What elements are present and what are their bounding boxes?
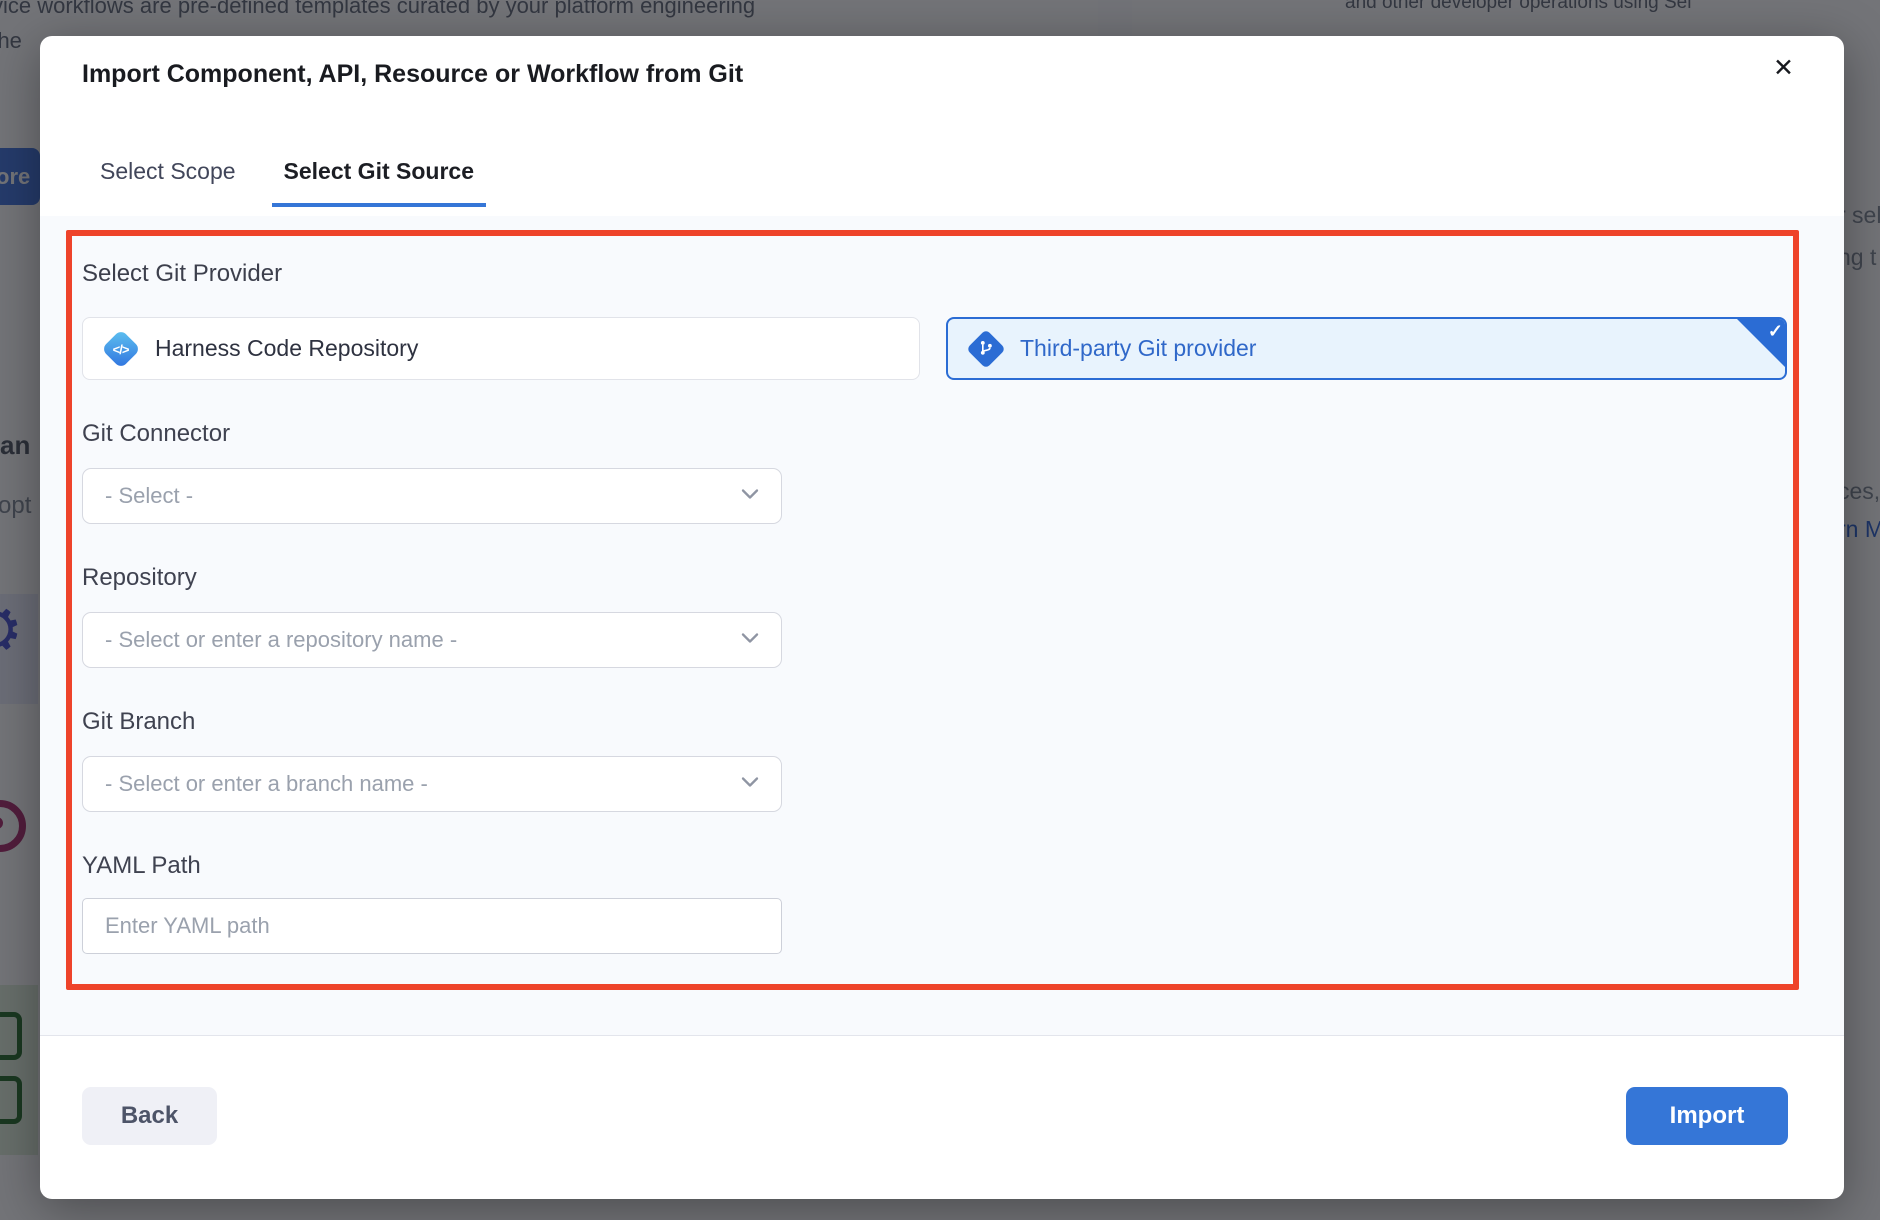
code-diamond-icon: </> [99, 327, 143, 371]
yaml-path-label: YAML Path [82, 852, 201, 880]
repository-dropdown[interactable]: - Select or enter a repository name - [82, 612, 782, 668]
dropdown-placeholder: - Select or enter a branch name - [105, 771, 741, 797]
selected-corner-ribbon: ✓ [1735, 317, 1787, 369]
provider-card-label: Harness Code Repository [155, 335, 418, 362]
page: vice workflows are pre-defined templates… [0, 0, 1880, 1220]
modal-tabs: Select Scope Select Git Source [88, 158, 486, 207]
yaml-path-input[interactable] [82, 898, 782, 954]
dropdown-placeholder: - Select or enter a repository name - [105, 627, 741, 653]
dropdown-placeholder: - Select - [105, 483, 741, 509]
provider-card-harness-code[interactable]: </> Harness Code Repository [82, 317, 920, 380]
import-from-git-modal: Import Component, API, Resource or Workf… [40, 36, 1844, 1199]
git-connector-label: Git Connector [82, 420, 230, 448]
git-diamond-icon [964, 327, 1008, 371]
modal-title: Import Component, API, Resource or Workf… [82, 60, 743, 89]
close-icon[interactable]: ✕ [1773, 56, 1794, 81]
back-button[interactable]: Back [82, 1087, 217, 1145]
git-provider-label: Select Git Provider [82, 260, 282, 288]
provider-card-label: Third-party Git provider [1020, 335, 1256, 362]
tab-select-scope[interactable]: Select Scope [88, 158, 248, 207]
tab-select-git-source[interactable]: Select Git Source [272, 158, 486, 207]
chevron-down-icon [741, 631, 759, 649]
repository-label: Repository [82, 564, 197, 592]
provider-card-third-party-git[interactable]: Third-party Git provider ✓ [946, 317, 1787, 380]
git-connector-dropdown[interactable]: - Select - [82, 468, 782, 524]
check-icon: ✓ [1768, 321, 1783, 342]
git-branch-label: Git Branch [82, 708, 195, 736]
footer-divider [40, 1035, 1844, 1036]
import-button[interactable]: Import [1626, 1087, 1788, 1145]
git-branch-dropdown[interactable]: - Select or enter a branch name - [82, 756, 782, 812]
chevron-down-icon [741, 487, 759, 505]
chevron-down-icon [741, 775, 759, 793]
